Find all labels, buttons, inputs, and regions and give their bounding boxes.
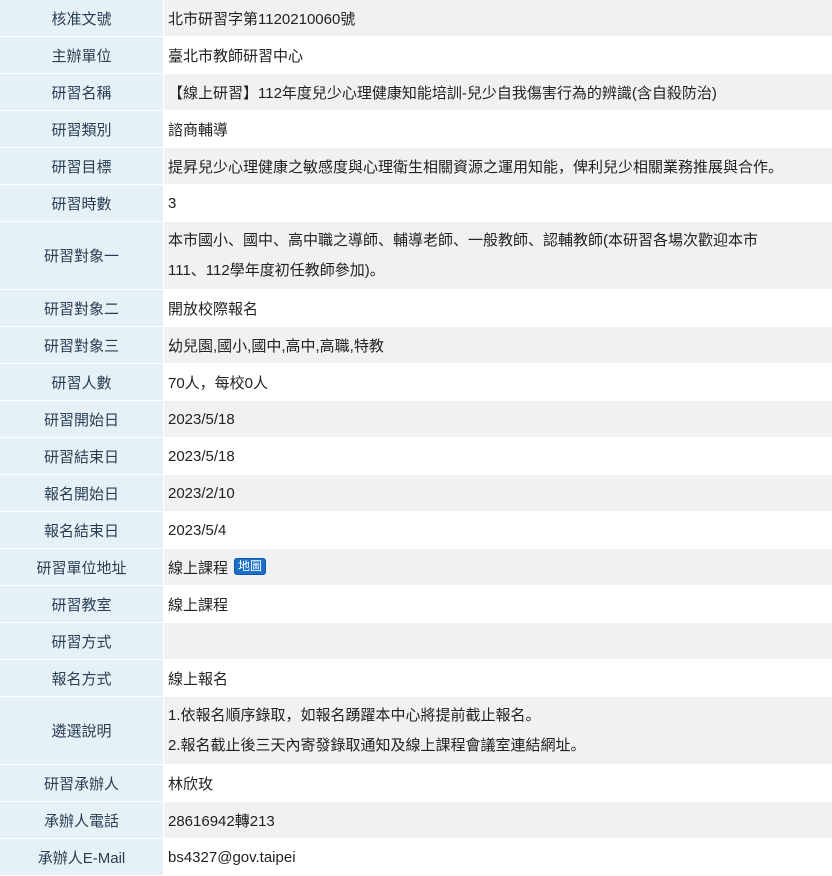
row-label: 研習開始日 bbox=[0, 401, 164, 438]
value-line-2: 111、112學年度初任教師參加)。 bbox=[168, 261, 385, 279]
row-value: 開放校際報名 bbox=[164, 290, 832, 327]
row-label: 研習人數 bbox=[0, 364, 164, 401]
row-value: 本市國小、國中、高中職之導師、輔導老師、一般教師、認輔教師(本研習各場次歡迎本市… bbox=[164, 222, 832, 290]
address-text: 線上課程 bbox=[168, 559, 229, 577]
row-value: 3 bbox=[164, 185, 832, 222]
row-label: 研習方式 bbox=[0, 623, 164, 660]
row-hours: 研習時數 3 bbox=[0, 185, 832, 222]
row-objective: 研習目標 提昇兒少心理健康之敏感度與心理衛生相關資源之運用知能，俾利兒少相關業務… bbox=[0, 148, 832, 185]
row-value: 70人，每校0人 bbox=[164, 364, 832, 401]
row-target-2: 研習對象二 開放校際報名 bbox=[0, 290, 832, 327]
row-registration-end: 報名結束日 2023/5/4 bbox=[0, 512, 832, 549]
row-label: 研習時數 bbox=[0, 185, 164, 222]
row-value: 林欣玫 bbox=[164, 765, 832, 802]
row-value: 諮商輔導 bbox=[164, 111, 832, 148]
row-value: 2023/2/10 bbox=[164, 475, 832, 512]
course-detail-table: 核准文號 北市研習字第1120210060號 主辦單位 臺北市教師研習中心 研習… bbox=[0, 0, 832, 876]
row-label: 研習名稱 bbox=[0, 74, 164, 111]
value-line-2: 2.報名截止後三天內寄發錄取通知及線上課程會議室連結網址。 bbox=[168, 736, 586, 754]
row-value: bs4327@gov.taipei bbox=[164, 839, 832, 876]
row-value: 北市研習字第1120210060號 bbox=[164, 0, 832, 37]
row-label: 報名開始日 bbox=[0, 475, 164, 512]
row-label: 核准文號 bbox=[0, 0, 164, 37]
row-label: 研習教室 bbox=[0, 586, 164, 623]
row-value: 提昇兒少心理健康之敏感度與心理衛生相關資源之運用知能，俾利兒少相關業務推展與合作… bbox=[164, 148, 832, 185]
row-value: 線上課程 地圖 bbox=[164, 549, 832, 586]
map-link-button[interactable]: 地圖 bbox=[234, 557, 267, 575]
row-value: 28616942轉213 bbox=[164, 802, 832, 839]
row-start-date: 研習開始日 2023/5/18 bbox=[0, 401, 832, 438]
row-label: 研習對象二 bbox=[0, 290, 164, 327]
row-value bbox=[164, 623, 832, 660]
row-selection-notes: 遴選說明 1.依報名順序錄取，如報名踴躍本中心將提前截止報名。 2.報名截止後三… bbox=[0, 697, 832, 765]
row-label: 研習對象三 bbox=[0, 327, 164, 364]
row-classroom: 研習教室 線上課程 bbox=[0, 586, 832, 623]
row-target-1: 研習對象一 本市國小、國中、高中職之導師、輔導老師、一般教師、認輔教師(本研習各… bbox=[0, 222, 832, 290]
row-category: 研習類別 諮商輔導 bbox=[0, 111, 832, 148]
row-label: 研習類別 bbox=[0, 111, 164, 148]
row-value: 臺北市教師研習中心 bbox=[164, 37, 832, 74]
row-contact-phone: 承辦人電話 28616942轉213 bbox=[0, 802, 832, 839]
row-label: 承辦人E-Mail bbox=[0, 839, 164, 876]
row-contact-person: 研習承辦人 林欣玫 bbox=[0, 765, 832, 802]
row-label: 研習結束日 bbox=[0, 438, 164, 475]
row-organizer: 主辦單位 臺北市教師研習中心 bbox=[0, 37, 832, 74]
value-line-1: 本市國小、國中、高中職之導師、輔導老師、一般教師、認輔教師(本研習各場次歡迎本市 bbox=[168, 231, 758, 249]
row-label: 研習目標 bbox=[0, 148, 164, 185]
row-label: 主辦單位 bbox=[0, 37, 164, 74]
row-course-name: 研習名稱 【線上研習】112年度兒少心理健康知能培訓-兒少自我傷害行為的辨識(含… bbox=[0, 74, 832, 111]
row-value: 1.依報名順序錄取，如報名踴躍本中心將提前截止報名。 2.報名截止後三天內寄發錄… bbox=[164, 697, 832, 765]
value-line-1: 1.依報名順序錄取，如報名踴躍本中心將提前截止報名。 bbox=[168, 706, 541, 724]
row-value: 線上報名 bbox=[164, 660, 832, 697]
row-address: 研習單位地址 線上課程 地圖 bbox=[0, 549, 832, 586]
row-label: 研習對象一 bbox=[0, 222, 164, 290]
row-approval-no: 核准文號 北市研習字第1120210060號 bbox=[0, 0, 832, 37]
row-capacity: 研習人數 70人，每校0人 bbox=[0, 364, 832, 401]
row-label: 報名結束日 bbox=[0, 512, 164, 549]
row-value: 2023/5/18 bbox=[164, 401, 832, 438]
row-target-3: 研習對象三 幼兒園,國小,國中,高中,高職,特教 bbox=[0, 327, 832, 364]
row-registration-start: 報名開始日 2023/2/10 bbox=[0, 475, 832, 512]
row-value: 【線上研習】112年度兒少心理健康知能培訓-兒少自我傷害行為的辨識(含自殺防治) bbox=[164, 74, 832, 111]
row-label: 研習單位地址 bbox=[0, 549, 164, 586]
row-label: 承辦人電話 bbox=[0, 802, 164, 839]
row-value: 幼兒園,國小,國中,高中,高職,特教 bbox=[164, 327, 832, 364]
row-value: 2023/5/18 bbox=[164, 438, 832, 475]
row-value: 2023/5/4 bbox=[164, 512, 832, 549]
row-registration-method: 報名方式 線上報名 bbox=[0, 660, 832, 697]
row-end-date: 研習結束日 2023/5/18 bbox=[0, 438, 832, 475]
row-label: 研習承辦人 bbox=[0, 765, 164, 802]
row-label: 遴選說明 bbox=[0, 697, 164, 765]
row-label: 報名方式 bbox=[0, 660, 164, 697]
row-contact-email: 承辦人E-Mail bs4327@gov.taipei bbox=[0, 839, 832, 876]
row-value: 線上課程 bbox=[164, 586, 832, 623]
row-method: 研習方式 bbox=[0, 623, 832, 660]
